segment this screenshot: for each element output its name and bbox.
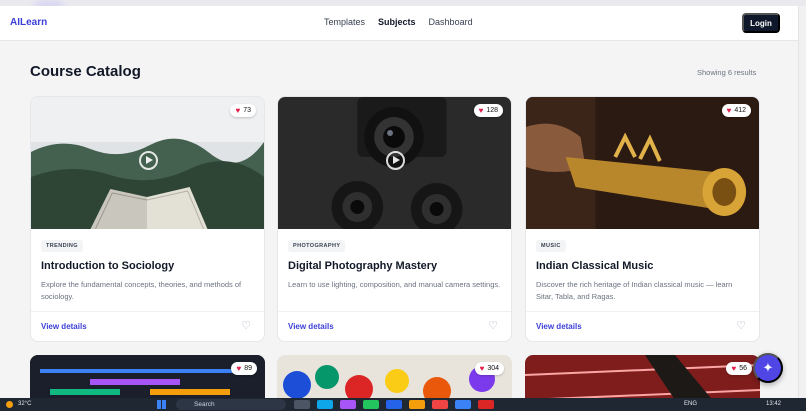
course-description: Explore the fundamental concepts, theori… <box>41 280 242 301</box>
course-description: Learn to use lighting, composition, and … <box>288 280 501 289</box>
play-icon[interactable] <box>139 151 158 170</box>
whatsapp-icon[interactable] <box>363 400 379 409</box>
system-clock[interactable]: 13:42 <box>766 401 781 407</box>
view-details-link[interactable]: View details <box>41 322 87 331</box>
nav-link-subjects[interactable]: Subjects <box>378 17 416 27</box>
likes-count: 56 <box>739 365 747 372</box>
course-title: Introduction to Sociology <box>41 260 175 272</box>
heart-outline-icon[interactable]: ♡ <box>736 319 746 332</box>
course-card-photography[interactable]: ♥ 128 PHOTOGRAPHY Digital Photography Mas… <box>277 96 512 342</box>
likes-count: 73 <box>243 107 251 114</box>
course-title: Digital Photography Mastery <box>288 260 438 272</box>
likes-badge[interactable]: ♥ 56 <box>726 362 752 375</box>
acrobat-icon[interactable] <box>478 400 494 409</box>
nav-links: Templates Subjects Dashboard <box>324 17 473 27</box>
heart-icon: ♥ <box>479 364 485 373</box>
course-thumbnail <box>526 97 759 229</box>
course-tag: TRENDING <box>41 240 83 252</box>
likes-count: 412 <box>734 107 746 114</box>
sparkle-icon: ✦ <box>762 360 774 375</box>
taskbar-search[interactable]: Search <box>176 399 286 410</box>
login-button[interactable]: Login <box>742 13 780 33</box>
heart-icon: ♥ <box>478 106 484 115</box>
course-tag: PHOTOGRAPHY <box>288 240 346 252</box>
likes-count: 304 <box>487 365 499 372</box>
likes-count: 128 <box>486 107 498 114</box>
navbar: AILearn Templates Subjects Dashboard Log… <box>0 6 806 41</box>
chrome-icon[interactable] <box>432 400 448 409</box>
store-icon[interactable] <box>386 400 402 409</box>
card-divider <box>526 311 759 312</box>
results-count: Showing 6 results <box>697 68 757 77</box>
heart-icon: ♥ <box>235 106 241 115</box>
weather-temperature[interactable]: 32°C <box>18 401 31 407</box>
heart-icon: ♥ <box>236 364 242 373</box>
weather-icon[interactable] <box>6 401 13 408</box>
ai-assistant-button[interactable]: ✦ <box>753 353 783 383</box>
page-title: Course Catalog <box>30 63 141 80</box>
course-tag: MUSIC <box>536 240 566 252</box>
play-icon[interactable] <box>386 151 405 170</box>
windows-start-icon[interactable] <box>157 400 166 409</box>
nav-link-templates[interactable]: Templates <box>324 17 365 27</box>
card-divider <box>31 311 264 312</box>
likes-badge[interactable]: ♥ 412 <box>721 104 751 117</box>
likes-badge[interactable]: ♥ 128 <box>473 104 503 117</box>
course-description: Discover the rich heritage of Indian cla… <box>536 280 733 301</box>
task-view-icon[interactable] <box>294 400 310 409</box>
file-explorer-icon[interactable] <box>409 400 425 409</box>
heart-outline-icon[interactable]: ♡ <box>488 319 498 332</box>
view-details-link[interactable]: View details <box>536 322 582 331</box>
likes-badge[interactable]: ♥ 304 <box>474 362 504 375</box>
language-indicator[interactable]: ENG <box>684 401 697 407</box>
heart-icon: ♥ <box>731 364 737 373</box>
taskbar-apps <box>294 400 494 409</box>
card-divider <box>278 311 511 312</box>
view-details-link[interactable]: View details <box>288 322 334 331</box>
likes-badge[interactable]: ♥ 89 <box>231 362 257 375</box>
brand-logo[interactable]: AILearn <box>10 17 47 28</box>
heart-icon: ♥ <box>726 106 732 115</box>
nav-link-dashboard[interactable]: Dashboard <box>429 17 473 27</box>
heart-outline-icon[interactable]: ♡ <box>241 319 251 332</box>
vscode-icon[interactable] <box>455 400 471 409</box>
os-taskbar: 32°C Search ENG 13:42 <box>0 398 806 411</box>
teams-icon[interactable] <box>340 400 356 409</box>
course-card-music[interactable]: ♥ 412 MUSIC Indian Classical Music Discov… <box>525 96 760 342</box>
course-title: Indian Classical Music <box>536 260 654 272</box>
likes-count: 89 <box>244 365 252 372</box>
likes-badge[interactable]: ♥ 73 <box>230 104 256 117</box>
course-card-sociology[interactable]: ♥ 73 TRENDING Introduction to Sociology E… <box>30 96 265 342</box>
scrollbar[interactable] <box>798 6 806 398</box>
edge-icon[interactable] <box>317 400 333 409</box>
